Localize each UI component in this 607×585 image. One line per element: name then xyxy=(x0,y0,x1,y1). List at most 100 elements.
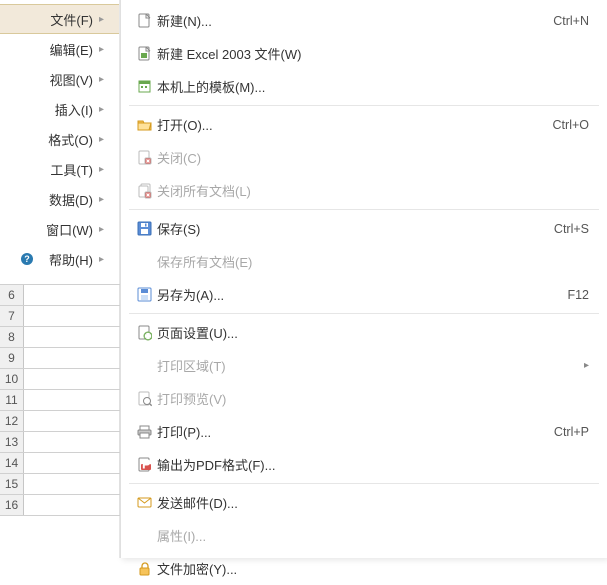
cell[interactable] xyxy=(24,411,120,431)
close-doc-icon xyxy=(131,149,157,166)
cell[interactable] xyxy=(24,474,120,494)
export-pdf-icon xyxy=(131,456,157,473)
menu-format-label: 格式(O) xyxy=(34,130,99,149)
menuitem-encrypt[interactable]: 文件加密(Y)... xyxy=(121,552,607,585)
row-header[interactable]: 6 xyxy=(0,285,24,305)
menu-separator xyxy=(129,105,599,106)
sheet-row[interactable]: 9 xyxy=(0,348,120,369)
menuitem-new[interactable]: 新建(N)... Ctrl+N xyxy=(121,4,607,37)
sheet-row[interactable]: 15 xyxy=(0,474,120,495)
submenu-arrow-icon: ▸ xyxy=(99,254,109,265)
cell[interactable] xyxy=(24,390,120,410)
menu-view[interactable]: 视图(V) ▸ xyxy=(0,64,119,94)
sheet-row[interactable]: 14 xyxy=(0,453,120,474)
sheet-row[interactable]: 13 xyxy=(0,432,120,453)
menu-file-label: 文件(F) xyxy=(34,10,99,29)
menu-tools[interactable]: 工具(T) ▸ xyxy=(0,154,119,184)
cell[interactable] xyxy=(24,495,120,515)
row-header[interactable]: 7 xyxy=(0,306,24,326)
menu-format[interactable]: 格式(O) ▸ xyxy=(0,124,119,154)
submenu-arrow-icon: ▸ xyxy=(99,104,109,115)
row-header[interactable]: 16 xyxy=(0,495,24,515)
menuitem-label: 本机上的模板(M)... xyxy=(157,77,589,96)
menuitem-save-all[interactable]: 保存所有文档(E) xyxy=(121,245,607,278)
menu-data-label: 数据(D) xyxy=(34,190,99,209)
menu-help-label: 帮助(H) xyxy=(34,250,99,269)
menuitem-print-area[interactable]: 打印区域(T) ▸ xyxy=(121,349,607,382)
menuitem-close-all[interactable]: 关闭所有文档(L) xyxy=(121,174,607,207)
menuitem-page-setup[interactable]: 页面设置(U)... xyxy=(121,316,607,349)
row-header[interactable]: 13 xyxy=(0,432,24,452)
row-header[interactable]: 14 xyxy=(0,453,24,473)
menuitem-label: 属性(I)... xyxy=(157,526,589,545)
sheet-row[interactable]: 8 xyxy=(0,327,120,348)
submenu-arrow-icon: ▸ xyxy=(99,134,109,145)
hotkey-label: Ctrl+P xyxy=(554,425,589,439)
row-header[interactable]: 10 xyxy=(0,369,24,389)
menuitem-label: 新建 Excel 2003 文件(W) xyxy=(157,44,589,63)
cell[interactable] xyxy=(24,285,120,305)
cell[interactable] xyxy=(24,327,120,347)
menu-edit[interactable]: 编辑(E) ▸ xyxy=(0,34,119,64)
save-as-icon xyxy=(131,286,157,303)
row-header[interactable]: 12 xyxy=(0,411,24,431)
menuitem-save-as[interactable]: 另存为(A)... F12 xyxy=(121,278,607,311)
menu-help[interactable]: ? 帮助(H) ▸ xyxy=(0,244,119,274)
submenu-arrow-icon: ▸ xyxy=(99,224,109,235)
encrypt-icon xyxy=(131,560,157,577)
close-all-icon xyxy=(131,182,157,199)
print-icon xyxy=(131,423,157,440)
sheet-row[interactable]: 7 xyxy=(0,306,120,327)
menu-view-label: 视图(V) xyxy=(34,70,99,89)
cell[interactable] xyxy=(24,348,120,368)
menu-window[interactable]: 窗口(W) ▸ xyxy=(0,214,119,244)
menuitem-label: 打印区域(T) xyxy=(157,356,575,375)
row-header[interactable]: 15 xyxy=(0,474,24,494)
page-setup-icon xyxy=(131,324,157,341)
menuitem-save[interactable]: 保存(S) Ctrl+S xyxy=(121,212,607,245)
menuitem-close[interactable]: 关闭(C) xyxy=(121,141,607,174)
sheet-row[interactable]: 12 xyxy=(0,411,120,432)
row-header[interactable]: 9 xyxy=(0,348,24,368)
menu-file[interactable]: 文件(F) ▸ xyxy=(0,4,119,34)
menuitem-label: 打印预览(V) xyxy=(157,389,589,408)
menuitem-label: 另存为(A)... xyxy=(157,285,567,304)
main-menubar: 文件(F) ▸ 编辑(E) ▸ 视图(V) ▸ 插入(I) ▸ 格式(O) ▸ … xyxy=(0,0,120,558)
sheet-row[interactable]: 10 xyxy=(0,369,120,390)
menu-separator xyxy=(129,209,599,210)
menuitem-label: 关闭(C) xyxy=(157,148,589,167)
menuitem-send-mail[interactable]: 发送邮件(D)... xyxy=(121,486,607,519)
row-header[interactable]: 11 xyxy=(0,390,24,410)
cell[interactable] xyxy=(24,306,120,326)
menuitem-label: 关闭所有文档(L) xyxy=(157,181,589,200)
menuitem-label: 输出为PDF格式(F)... xyxy=(157,455,589,474)
menuitem-templates[interactable]: 本机上的模板(M)... xyxy=(121,70,607,103)
menuitem-label: 保存(S) xyxy=(157,219,554,238)
menuitem-print[interactable]: 打印(P)... Ctrl+P xyxy=(121,415,607,448)
sheet-row[interactable]: 6 xyxy=(0,285,120,306)
sheet-row[interactable]: 11 xyxy=(0,390,120,411)
spreadsheet-area: 6 7 8 9 10 11 12 13 14 15 16 xyxy=(0,284,120,516)
sheet-row[interactable]: 16 xyxy=(0,495,120,516)
menuitem-print-preview[interactable]: 打印预览(V) xyxy=(121,382,607,415)
template-icon xyxy=(131,78,157,95)
new-excel-icon xyxy=(131,45,157,62)
help-icon: ? xyxy=(21,253,33,265)
cell[interactable] xyxy=(24,369,120,389)
cell[interactable] xyxy=(24,453,120,473)
cell[interactable] xyxy=(24,432,120,452)
hotkey-label: Ctrl+S xyxy=(554,222,589,236)
menuitem-label: 打开(O)... xyxy=(157,115,553,134)
row-header[interactable]: 8 xyxy=(0,327,24,347)
menu-separator xyxy=(129,313,599,314)
print-preview-icon xyxy=(131,390,157,407)
menuitem-properties[interactable]: 属性(I)... xyxy=(121,519,607,552)
menu-insert[interactable]: 插入(I) ▸ xyxy=(0,94,119,124)
submenu-arrow-icon: ▸ xyxy=(99,194,109,205)
menuitem-label: 发送邮件(D)... xyxy=(157,493,589,512)
file-submenu: 新建(N)... Ctrl+N 新建 Excel 2003 文件(W) 本机上的… xyxy=(120,0,607,558)
menuitem-open[interactable]: 打开(O)... Ctrl+O xyxy=(121,108,607,141)
menu-data[interactable]: 数据(D) ▸ xyxy=(0,184,119,214)
menuitem-export-pdf[interactable]: 输出为PDF格式(F)... xyxy=(121,448,607,481)
menuitem-new-excel[interactable]: 新建 Excel 2003 文件(W) xyxy=(121,37,607,70)
